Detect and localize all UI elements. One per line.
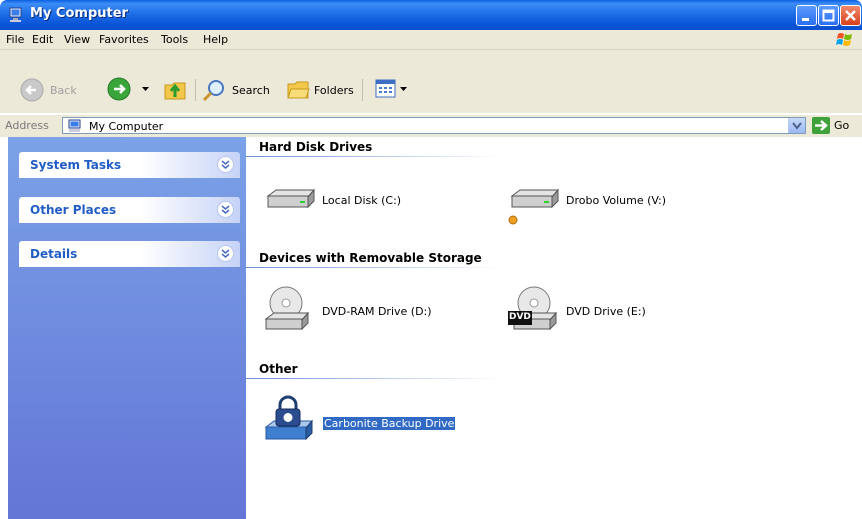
search-label: Search (232, 84, 270, 97)
maximize-icon (822, 9, 835, 22)
windows-logo-icon (836, 33, 852, 46)
computer-icon (9, 7, 22, 22)
drive-label: DVD Drive (E:) (566, 305, 646, 318)
task-section-other-places[interactable]: Other Places (19, 197, 240, 223)
toolbar: Back Search Folders (0, 50, 862, 113)
back-arrow-icon (20, 78, 44, 102)
title-bar[interactable]: My Computer (0, 0, 862, 30)
menu-favorites[interactable]: Favorites (99, 33, 149, 46)
group-title-other: Other (259, 362, 298, 376)
dvd-drive-icon (508, 286, 558, 331)
drive-item-dvd-e[interactable]: DVD DVD Drive (E:) (508, 285, 728, 335)
carbonite-lock-drive-icon (264, 395, 314, 441)
drive-label: Drobo Volume (V:) (566, 194, 667, 207)
drive-item-carbonite-backup[interactable]: Carbonite Backup Drive (262, 395, 522, 445)
address-bar: Address My Computer Go (0, 114, 862, 137)
expand-chevron-icon[interactable] (217, 201, 234, 218)
dvd-badge: DVD (509, 312, 531, 322)
menu-edit[interactable]: Edit (32, 33, 53, 46)
menu-help[interactable]: Help (203, 33, 228, 46)
search-icon (202, 80, 224, 102)
task-section-label: Other Places (30, 203, 117, 217)
search-button[interactable]: Search (202, 78, 270, 105)
group-divider (246, 267, 502, 268)
folders-button[interactable]: Folders (287, 78, 354, 105)
drive-label: Local Disk (C:) (322, 194, 402, 207)
address-label: Address (5, 119, 49, 132)
group-divider (246, 378, 502, 379)
minimize-icon (802, 18, 809, 21)
computer-icon (68, 119, 81, 132)
menu-view[interactable]: View (64, 33, 90, 46)
task-section-details[interactable]: Details (19, 241, 240, 267)
go-arrow-icon (815, 120, 828, 131)
dvd-drive-icon (264, 286, 310, 331)
back-button[interactable]: Back (20, 78, 77, 107)
minimize-button[interactable] (796, 5, 817, 26)
task-section-label: Details (30, 247, 78, 261)
forward-button[interactable] (107, 77, 131, 104)
task-pane: System Tasks Other Places Details (8, 137, 246, 519)
folders-label: Folders (314, 84, 354, 97)
window-title: My Computer (30, 6, 128, 21)
address-value: My Computer (89, 120, 164, 133)
maximize-button[interactable] (818, 5, 839, 26)
folders-icon (287, 81, 310, 99)
drive-item-drobo-volume-v[interactable]: Drobo Volume (V:) (508, 187, 708, 227)
drive-item-local-disk-c[interactable]: Local Disk (C:) (264, 187, 464, 217)
forward-dropdown-icon[interactable] (142, 87, 149, 92)
drive-label: Carbonite Backup Drive (323, 417, 456, 430)
up-folder-button[interactable] (163, 77, 189, 104)
menu-file[interactable]: File (6, 33, 24, 46)
network-drive-icon (508, 188, 560, 225)
chevron-down-icon (792, 122, 802, 130)
task-section-system-tasks[interactable]: System Tasks (19, 152, 240, 178)
back-label: Back (50, 84, 77, 97)
group-divider (246, 156, 502, 157)
hard-drive-icon (266, 188, 316, 209)
menu-bar: File Edit View Favorites Tools Help (0, 30, 862, 50)
task-section-label: System Tasks (30, 158, 122, 172)
group-title-removable-storage: Devices with Removable Storage (259, 251, 482, 265)
toolbar-separator (362, 79, 363, 101)
menu-tools[interactable]: Tools (161, 33, 188, 46)
views-button[interactable] (375, 79, 409, 102)
toolbar-separator (195, 79, 196, 101)
up-folder-icon (164, 82, 186, 100)
group-title-hard-disk-drives: Hard Disk Drives (259, 140, 373, 154)
drive-label: DVD-RAM Drive (D:) (322, 305, 432, 318)
close-icon (845, 10, 856, 21)
go-label[interactable]: Go (834, 119, 849, 132)
drive-item-dvd-ram-d[interactable]: DVD-RAM Drive (D:) (264, 285, 484, 335)
address-input[interactable]: My Computer (62, 117, 806, 134)
content-pane: Hard Disk Drives Local Disk (C:) Drobo V… (246, 137, 862, 519)
expand-chevron-icon[interactable] (217, 156, 234, 173)
forward-arrow-icon (107, 77, 131, 101)
views-icon (375, 79, 407, 98)
close-button[interactable] (840, 5, 861, 26)
address-dropdown-button[interactable] (788, 118, 805, 133)
go-button[interactable] (812, 117, 830, 134)
expand-chevron-icon[interactable] (217, 245, 234, 262)
